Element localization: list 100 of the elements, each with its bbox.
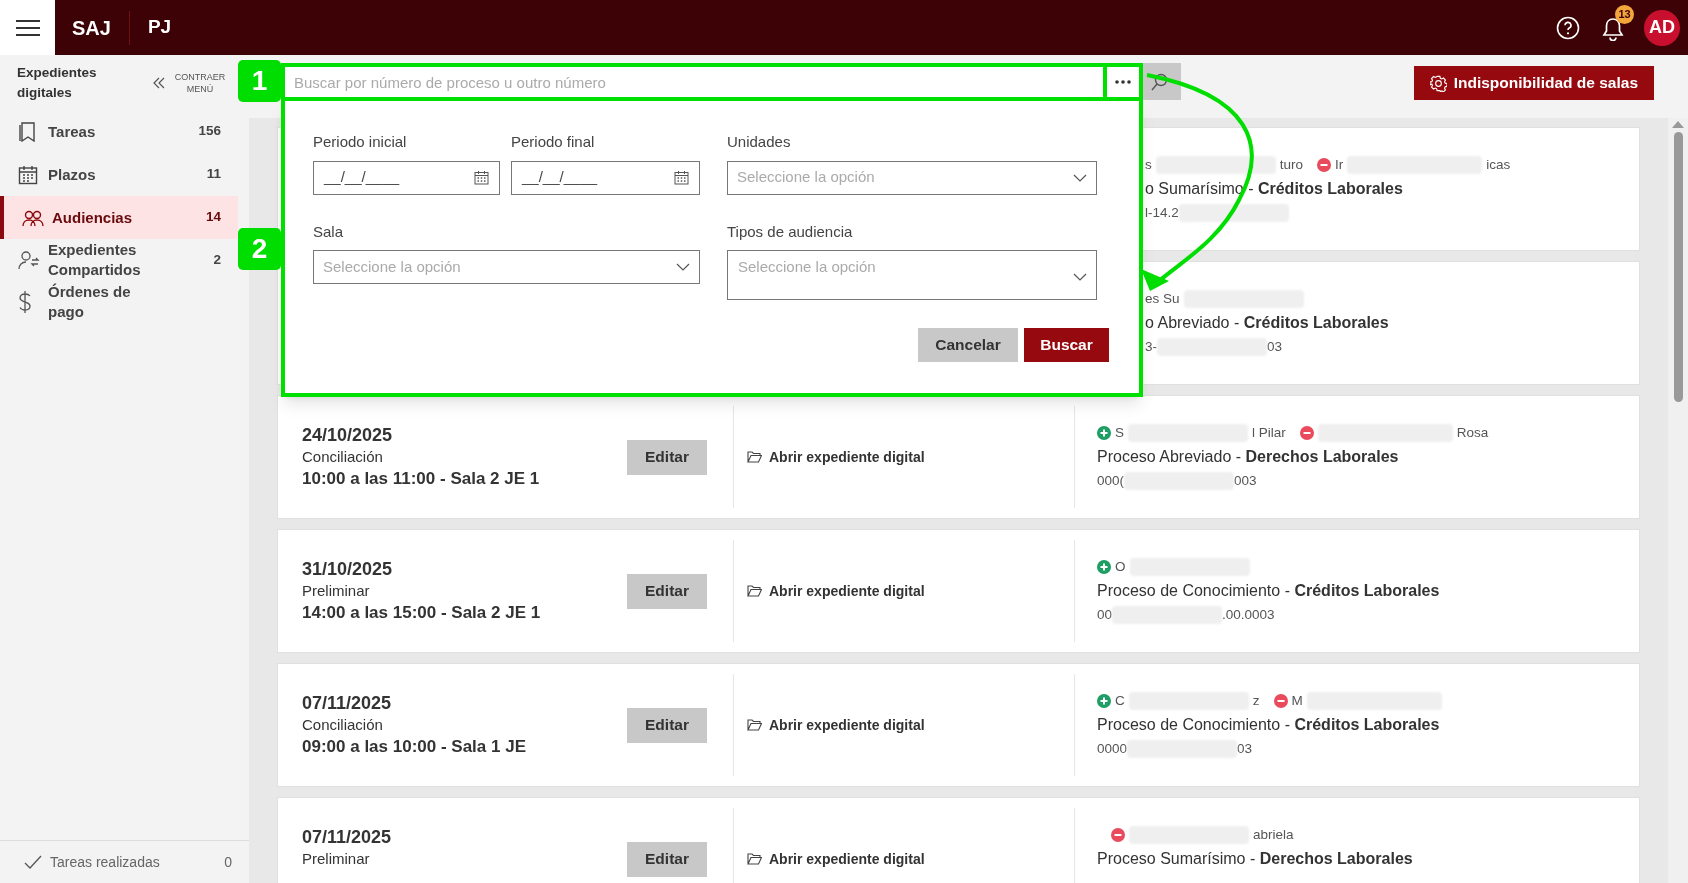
sidebar-item[interactable]: Órdenes de pago (0, 281, 238, 323)
hearing-date: 07/11/2025 (302, 825, 393, 849)
search-field[interactable]: Buscar por número de proceso u outro número (281, 63, 1107, 101)
menu-icon (14, 18, 41, 37)
organization-name: PJ (147, 15, 172, 40)
more-options-icon (1115, 80, 1131, 84)
search-icon (1151, 72, 1169, 91)
brand-name: SAJ (72, 15, 111, 41)
open-digital-file-link[interactable]: Abrir expediente digital (747, 580, 925, 602)
date-field[interactable]: __/__/____ (511, 160, 700, 195)
menu-button[interactable] (0, 0, 55, 55)
callout-number: 1 (238, 60, 281, 102)
chevron-down-icon (1073, 272, 1087, 281)
hearing-time-room: 14:00 a las 15:00 - Sala 2 JE 1 (302, 601, 542, 624)
plus-circle-icon (1097, 426, 1111, 440)
callout-number: 2 (238, 228, 281, 270)
process-type: Proceso de Conocimiento - Créditos Laborales (1097, 715, 1441, 735)
case-number-fragment: 03 (1267, 337, 1283, 356)
cancel-button[interactable]: Cancelar (918, 328, 1018, 362)
hearing-date: 07/11/2025 (302, 691, 393, 715)
checkmark-icon (24, 855, 42, 869)
hearing-type: Preliminar (302, 848, 371, 869)
sidebar-item[interactable]: Audiencias 14 (0, 196, 238, 239)
edit-button[interactable]: Editar (627, 573, 707, 609)
more-options-button[interactable] (1107, 63, 1143, 101)
open-digital-file-link[interactable]: Abrir expediente digital (747, 714, 925, 736)
edit-button[interactable]: Editar (627, 841, 707, 877)
case-number-fragment: l-14.2 (1145, 203, 1179, 222)
open-digital-file-link[interactable]: Abrir expediente digital (747, 848, 925, 870)
case-number-fragment: 00 (1097, 605, 1113, 624)
open-digital-file-link[interactable]: Abrir expediente digital (747, 446, 925, 468)
people-icon (22, 208, 44, 227)
process-type: Proceso Abreviado - Derechos Laborales (1097, 447, 1400, 467)
room-unavailability-button[interactable]: Indisponibilidad de salas (1413, 66, 1654, 100)
case-number-fragment: 003 (1234, 471, 1257, 490)
party-name-fragment: Ir (1335, 155, 1344, 174)
party-name-fragment: es Su (1145, 289, 1180, 308)
party-name-fragment: S (1115, 423, 1124, 442)
process-type: Proceso de Conocimiento - Créditos Laborales (1097, 581, 1441, 601)
field-label: Unidades (727, 132, 792, 152)
hearing-date: 31/10/2025 (302, 557, 394, 581)
calendar-icon[interactable] (674, 170, 689, 185)
party-name-fragment: turo (1279, 155, 1303, 174)
edit-button[interactable]: Editar (627, 707, 707, 743)
minus-circle-icon (1111, 828, 1125, 842)
user-avatar[interactable]: AD (1644, 9, 1680, 46)
double-chevron-left-icon (153, 76, 165, 89)
field-label: Tipos de audiencia (727, 221, 854, 242)
process-type: o Abreviado - Créditos Laborales (1145, 313, 1390, 333)
folder-icon (747, 451, 762, 463)
folder-icon (747, 719, 762, 731)
case-number-fragment: 0000 (1097, 739, 1128, 758)
calendar-icon (18, 164, 38, 185)
minus-circle-icon (1317, 158, 1331, 172)
sidebar-title: Expedientes digitales (17, 63, 98, 102)
chevron-down-icon (676, 263, 690, 271)
field-label: Periodo final (511, 132, 596, 152)
folder-icon (747, 585, 762, 597)
help-icon[interactable] (1556, 15, 1580, 40)
gear-icon (1429, 74, 1447, 92)
plus-circle-icon (1097, 694, 1111, 708)
party-name-fragment: M (1291, 691, 1303, 710)
collapse-menu-button[interactable]: CONTRAER MENÚ (153, 70, 227, 95)
edit-button[interactable]: Editar (627, 439, 707, 475)
process-type: o Sumarísimo - Créditos Laborales (1145, 179, 1404, 199)
process-type: Proceso Sumarísimo - Derechos Laborales (1097, 849, 1414, 869)
hearing-type: Conciliación (302, 714, 384, 735)
case-number-fragment: 3- (1145, 337, 1157, 356)
plus-circle-icon (1097, 560, 1111, 574)
party-name-fragment: O (1115, 557, 1126, 576)
notification-count: 13 (1615, 4, 1634, 24)
hearing-type: Preliminar (302, 580, 371, 601)
party-name-fragment: icas (1486, 155, 1511, 174)
hearing-type: Conciliación (302, 446, 384, 467)
party-name-fragment: z (1252, 691, 1260, 710)
completed-tasks-label[interactable]: Tareas realizadas (50, 852, 225, 872)
date-field[interactable]: __/__/____ (313, 160, 500, 195)
field-label: Sala (313, 221, 345, 242)
folder-icon (747, 853, 762, 865)
apply-search-button[interactable]: Buscar (1024, 328, 1109, 362)
case-number-fragment: 03 (1237, 739, 1253, 758)
dollar-sign-icon (18, 291, 32, 313)
sidebar-item[interactable]: Plazos 11 (0, 153, 238, 196)
calendar-icon[interactable] (474, 170, 489, 185)
bookmark-icon (18, 121, 36, 142)
party-name-fragment: Rosa (1456, 423, 1489, 442)
minus-circle-icon (1273, 694, 1288, 708)
hearing-time-room: 09:00 a las 10:00 - Sala 1 JE (302, 735, 527, 758)
minus-circle-icon (1299, 426, 1314, 440)
notification-bell-icon[interactable] (1602, 16, 1624, 41)
people-icon (18, 250, 40, 270)
case-number-fragment: 000( (1097, 471, 1125, 490)
hearing-date: 24/10/2025 (302, 423, 394, 447)
field-label: Periodo inicial (313, 132, 408, 152)
party-name-fragment: C (1115, 691, 1125, 710)
scrollbar[interactable] (1668, 118, 1688, 883)
hearing-time-room: 10:00 a las 11:00 - Sala 2 JE 1 (302, 467, 541, 490)
party-name-fragment: abriela (1253, 825, 1294, 844)
sidebar-item[interactable]: Expedientes Compartidos 2 (0, 239, 238, 281)
sidebar-item[interactable]: Tareas 156 (0, 110, 238, 153)
